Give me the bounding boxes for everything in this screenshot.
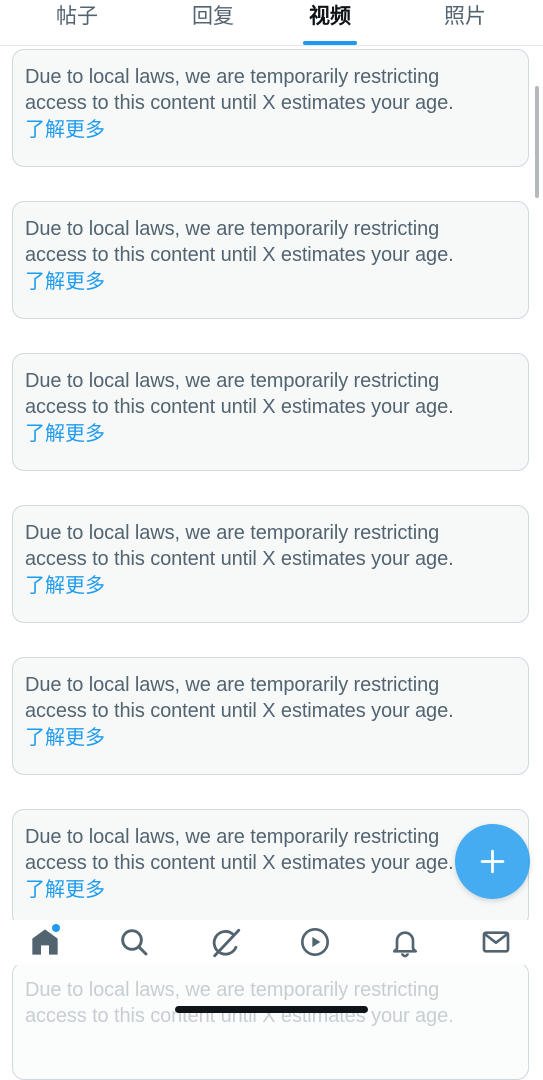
tab-posts[interactable]: 帖子: [22, 0, 132, 45]
tab-photos[interactable]: 照片: [410, 0, 520, 45]
notice-line-1: Due to local laws, we are temporarily re…: [25, 674, 440, 696]
home-notification-dot: [52, 924, 60, 932]
age-restricted-notice-card: Due to local laws, we are temporarily re…: [12, 657, 529, 775]
learn-more-link[interactable]: 了解更多: [25, 116, 105, 142]
notice-line-2: access to this content until X estimates…: [25, 92, 454, 114]
tab-videos-label: 视频: [309, 5, 351, 28]
home-indicator[interactable]: [175, 1006, 368, 1013]
notifications-bell-icon: [393, 931, 417, 958]
notice-line-2: access to this content until X estimates…: [25, 852, 454, 874]
notice-line-2: access to this content until X estimates…: [25, 700, 454, 722]
search-icon: [121, 929, 148, 956]
active-tab-indicator: [303, 41, 357, 45]
nav-grok[interactable]: [209, 926, 243, 960]
notice-text: Due to local laws, we are temporarily re…: [25, 672, 528, 724]
learn-more-link[interactable]: 了解更多: [25, 572, 105, 598]
notice-text: Due to local laws, we are temporarily re…: [25, 64, 528, 116]
messages-mail-icon: [482, 931, 510, 953]
profile-tab-bar: 帖子 回复 视频 照片: [0, 0, 543, 46]
age-restricted-notice-card: Due to local laws, we are temporarily re…: [12, 962, 529, 1080]
nav-explore[interactable]: [118, 926, 152, 960]
age-restricted-notice-card: Due to local laws, we are temporarily re…: [12, 809, 529, 927]
age-restricted-notice-card: Due to local laws, we are temporarily re…: [12, 505, 529, 623]
age-restricted-notice-card: Due to local laws, we are temporarily re…: [12, 353, 529, 471]
notice-line-2: access to this content until X estimates…: [25, 396, 454, 418]
notice-text: Due to local laws, we are temporarily re…: [25, 977, 528, 1029]
tab-replies[interactable]: 回复: [158, 0, 268, 45]
compose-button[interactable]: [455, 824, 530, 899]
notice-text: Due to local laws, we are temporarily re…: [25, 520, 528, 572]
age-restricted-notice-card: Due to local laws, we are temporarily re…: [12, 201, 529, 319]
nav-messages[interactable]: [480, 926, 514, 960]
notice-text: Due to local laws, we are temporarily re…: [25, 824, 528, 876]
learn-more-link[interactable]: 了解更多: [25, 724, 105, 750]
notice-line-1: Due to local laws, we are temporarily re…: [25, 218, 440, 240]
learn-more-link[interactable]: 了解更多: [25, 876, 105, 902]
notice-line-1: Due to local laws, we are temporarily re…: [25, 979, 440, 1001]
learn-more-link[interactable]: 了解更多: [25, 268, 105, 294]
notice-line-2: access to this content until X estimates…: [25, 548, 454, 570]
notice-text: Due to local laws, we are temporarily re…: [25, 216, 528, 268]
grok-icon: [212, 928, 241, 958]
tab-videos[interactable]: 视频: [275, 0, 385, 45]
nav-video[interactable]: [299, 926, 333, 960]
notice-line-1: Due to local laws, we are temporarily re…: [25, 370, 440, 392]
learn-more-link[interactable]: 了解更多: [25, 420, 105, 446]
scrollbar[interactable]: [535, 86, 539, 198]
notice-line-1: Due to local laws, we are temporarily re…: [25, 522, 440, 544]
video-play-icon: [301, 928, 329, 956]
notice-line-2: access to this content until X estimates…: [25, 244, 454, 266]
age-restricted-notice-card: Due to local laws, we are temporarily re…: [12, 49, 529, 167]
nav-notifications[interactable]: [389, 926, 423, 960]
bottom-navigation-bar: [0, 920, 543, 965]
notice-text: Due to local laws, we are temporarily re…: [25, 368, 528, 420]
notice-line-1: Due to local laws, we are temporarily re…: [25, 826, 440, 848]
plus-icon: [480, 849, 505, 874]
notice-line-1: Due to local laws, we are temporarily re…: [25, 66, 440, 88]
